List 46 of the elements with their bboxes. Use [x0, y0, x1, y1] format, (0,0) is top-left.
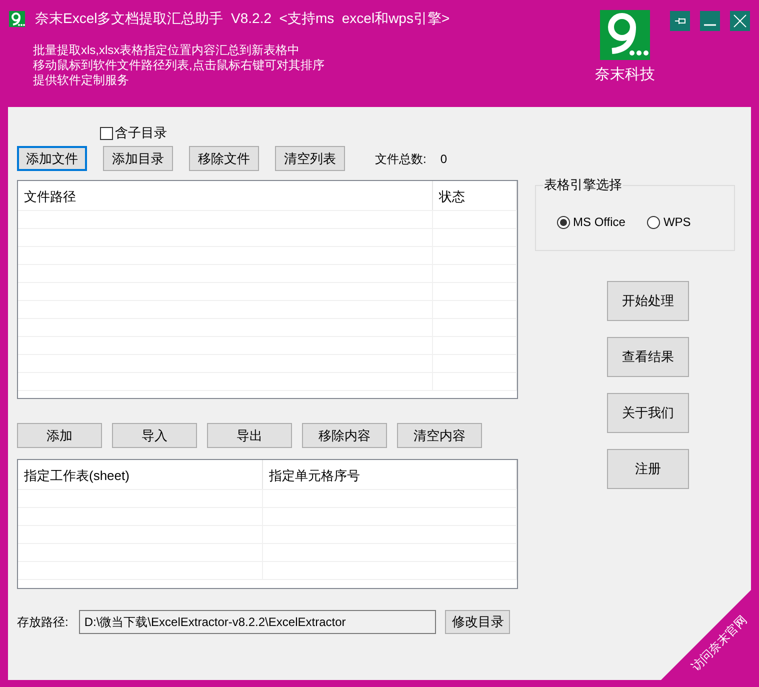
toolbar-button[interactable]: 导出: [207, 423, 292, 448]
logo-icon: [600, 10, 650, 60]
column-header[interactable]: 指定单元格序号: [263, 460, 517, 489]
file-count-value: 0: [440, 150, 448, 168]
minimize-button[interactable]: [700, 11, 720, 31]
save-path-field[interactable]: D:\微当下载\ExcelExtractor-v8.2.2\ExcelExtractor: [79, 610, 436, 634]
radio-label[interactable]: MS Office: [573, 213, 626, 231]
website-link[interactable]: 访问奈末官网: [687, 611, 751, 675]
close-icon: [733, 14, 747, 28]
toolbar-button[interactable]: 清空列表: [275, 146, 345, 171]
list-table[interactable]: 指定工作表(sheet) 指定单元格序号: [17, 459, 518, 589]
radio-button[interactable]: [647, 216, 660, 228]
corner-ribbon[interactable]: 访问奈末官网: [661, 590, 751, 680]
action-button[interactable]: 查看结果: [607, 337, 689, 377]
radio-button[interactable]: [557, 216, 570, 228]
toolbar-button[interactable]: 添加目录: [103, 146, 173, 171]
column-header[interactable]: 状态: [433, 181, 517, 210]
column-header[interactable]: 文件路径: [18, 181, 433, 210]
toolbar-button[interactable]: 清空内容: [397, 423, 482, 448]
change-folder-button[interactable]: 修改目录: [445, 610, 510, 634]
description-text: 提供软件定制服务: [33, 73, 130, 88]
toolbar-button[interactable]: 添加: [17, 423, 102, 448]
description-text: 移动鼠标到软件文件路径列表,点击鼠标右键可对其排序: [33, 58, 326, 73]
minimize-icon: [704, 24, 716, 26]
logo-caption: 奈末科技: [595, 65, 655, 85]
toolbar-button[interactable]: 导入: [112, 423, 197, 448]
pin-button[interactable]: [670, 11, 690, 31]
toolbar-button[interactable]: 移除内容: [302, 423, 387, 448]
pin-icon: [674, 15, 686, 27]
toolbar-button[interactable]: 移除文件: [189, 146, 259, 171]
file-count-label: 文件总数:: [375, 150, 426, 168]
save-path-label: 存放路径:: [17, 614, 68, 631]
action-button[interactable]: 注册: [607, 449, 689, 489]
action-button[interactable]: 关于我们: [607, 393, 689, 433]
column-header[interactable]: 指定工作表(sheet): [18, 460, 263, 489]
checkbox[interactable]: [100, 126, 113, 140]
radio-label[interactable]: WPS: [663, 213, 691, 231]
toolbar-button[interactable]: 添加文件: [17, 146, 87, 171]
group-title: 表格引擎选择: [543, 177, 623, 193]
action-button[interactable]: 开始处理: [607, 281, 689, 321]
description-text: 批量提取xls,xlsx表格指定位置内容汇总到新表格中: [33, 43, 301, 58]
app-icon: [9, 10, 25, 26]
checkbox-label[interactable]: 含子目录: [115, 123, 167, 143]
close-button[interactable]: [730, 11, 750, 31]
window-title: 奈末Excel多文档提取汇总助手 V8.2.2 <支持ms excel和wps引擎>: [35, 9, 450, 28]
list-table[interactable]: 文件路径 状态: [17, 180, 518, 399]
